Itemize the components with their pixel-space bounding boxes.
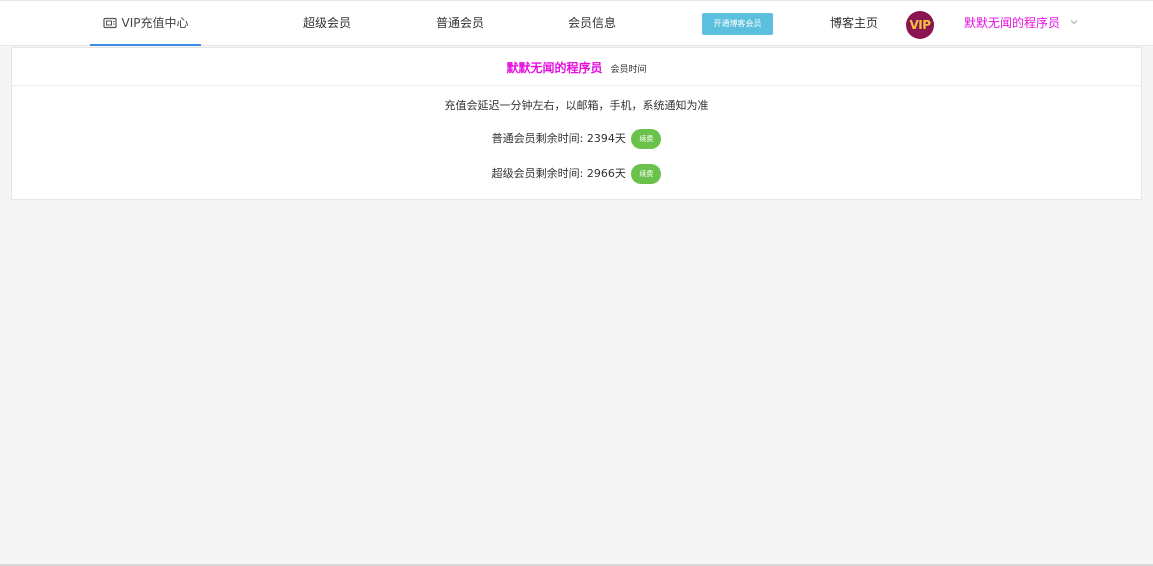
normal-vip-remaining-text: 普通会员剩余时间: 2394天: [491, 132, 626, 145]
user-menu[interactable]: 默默无闻的程序员: [964, 1, 1079, 46]
vip-badge-avatar[interactable]: VIP: [906, 11, 934, 39]
card-icon: [102, 17, 117, 29]
panel-header: 默默无闻的程序员 会员时间: [12, 48, 1141, 86]
chevron-down-icon: [1070, 20, 1078, 25]
nav-vip-recharge-center-label: VIP充值中心: [121, 16, 189, 30]
active-tab-indicator: [90, 44, 201, 46]
super-vip-remaining-row: 超级会员剩余时间: 2966天 续费: [12, 164, 1141, 184]
username-label: 默默无闻的程序员: [964, 16, 1061, 30]
panel-body: 充值会延迟一分钟左右，以邮箱，手机，系统通知为准 普通会员剩余时间: 2394天…: [12, 98, 1141, 184]
top-navigation: VIP充值中心 超级会员 普通会员 会员信息 开通博客会员 博客主页 VIP 默…: [0, 0, 1153, 46]
open-blog-vip-button[interactable]: 开通博客会员: [702, 13, 773, 35]
nav-blog-home[interactable]: 博客主页: [820, 1, 888, 46]
normal-vip-remaining-row: 普通会员剩余时间: 2394天 续费: [12, 129, 1141, 149]
panel-title: 默默无闻的程序员: [506, 61, 603, 75]
nav-normal-vip[interactable]: 普通会员: [423, 1, 497, 46]
nav-member-info[interactable]: 会员信息: [555, 1, 629, 46]
panel-subtitle: 会员时间: [610, 65, 647, 75]
renew-super-vip-button[interactable]: 续费: [631, 164, 662, 184]
nav-super-vip[interactable]: 超级会员: [290, 1, 364, 46]
nav-vip-recharge-center[interactable]: VIP充值中心: [90, 1, 201, 46]
recharge-notice: 充值会延迟一分钟左右，以邮箱，手机，系统通知为准: [444, 99, 709, 112]
membership-panel: 默默无闻的程序员 会员时间 充值会延迟一分钟左右，以邮箱，手机，系统通知为准 普…: [11, 47, 1142, 200]
super-vip-remaining-text: 超级会员剩余时间: 2966天: [491, 167, 626, 180]
renew-normal-vip-button[interactable]: 续费: [631, 129, 662, 149]
